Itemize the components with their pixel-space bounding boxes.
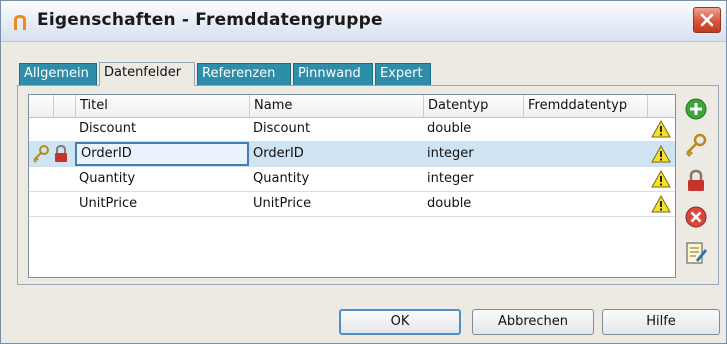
cell-fremddatentyp[interactable]	[523, 167, 647, 191]
tab-datenfelder[interactable]: Datenfelder	[99, 62, 195, 86]
cell-datentyp[interactable]: integer	[423, 142, 523, 166]
cell-datentyp[interactable]: double	[423, 192, 523, 216]
cell-titel-editing[interactable]: OrderID	[75, 142, 249, 166]
window-title: Eigenschaften - Fremddatengruppe	[37, 10, 383, 30]
close-button[interactable]	[693, 7, 721, 33]
add-icon	[685, 98, 707, 120]
cell-datentyp[interactable]: double	[423, 117, 523, 141]
title-bar: Eigenschaften - Fremddatengruppe	[1, 1, 726, 42]
table-row-selected[interactable]: OrderID OrderID integer	[29, 142, 675, 167]
help-button[interactable]: Hilfe	[602, 309, 720, 335]
table-row[interactable]: Quantity Quantity integer	[29, 167, 675, 192]
primary-key-icon	[33, 145, 49, 163]
edit-note-button[interactable]	[684, 241, 708, 265]
lock-field-button[interactable]	[684, 169, 708, 193]
cell-titel[interactable]: UnitPrice	[75, 192, 249, 216]
column-header-fremddatentyp[interactable]: Fremddatentyp	[523, 95, 647, 117]
column-header-titel[interactable]: Titel	[75, 95, 249, 117]
cell-name[interactable]: Discount	[249, 117, 423, 141]
cell-fremddatentyp[interactable]	[523, 142, 647, 166]
table-row[interactable]: Discount Discount double	[29, 117, 675, 142]
cell-name[interactable]: UnitPrice	[249, 192, 423, 216]
cell-name[interactable]: OrderID	[249, 142, 423, 166]
tab-pinnwand[interactable]: Pinnwand	[293, 63, 373, 85]
cell-titel[interactable]: Discount	[75, 117, 249, 141]
cell-titel[interactable]: Quantity	[75, 167, 249, 191]
warning-icon	[651, 120, 671, 138]
warning-icon	[651, 195, 671, 213]
delete-icon	[685, 206, 707, 228]
cell-datentyp[interactable]: integer	[423, 167, 523, 191]
edit-note-icon	[686, 242, 707, 264]
properties-dialog: Eigenschaften - Fremddatengruppe Allgeme…	[0, 0, 727, 344]
close-icon	[700, 13, 714, 27]
column-header-name[interactable]: Name	[249, 95, 423, 117]
tab-expert[interactable]: Expert	[375, 63, 431, 85]
table-header: Titel Name Datentyp Fremddatentyp	[29, 95, 675, 118]
warning-icon	[651, 170, 671, 188]
fields-table[interactable]: Titel Name Datentyp Fremddatentyp Discou…	[28, 94, 676, 278]
app-icon	[13, 14, 27, 30]
header-icon-col-1	[29, 95, 53, 117]
add-field-button[interactable]	[684, 97, 708, 121]
header-warning-col	[647, 95, 675, 117]
key-icon	[686, 133, 707, 157]
ok-button[interactable]: OK	[339, 309, 461, 335]
lock-icon	[688, 169, 704, 191]
lock-icon	[55, 145, 67, 162]
cell-fremddatentyp[interactable]	[523, 117, 647, 141]
delete-field-button[interactable]	[684, 205, 708, 229]
table-row[interactable]: UnitPrice UnitPrice double	[29, 192, 675, 217]
cell-name[interactable]: Quantity	[249, 167, 423, 191]
tab-allgemein[interactable]: Allgemein	[19, 63, 97, 85]
cell-fremddatentyp[interactable]	[523, 192, 647, 216]
set-key-button[interactable]	[684, 133, 708, 157]
tab-referenzen[interactable]: Referenzen	[197, 63, 291, 85]
cancel-button[interactable]: Abbrechen	[472, 309, 594, 335]
column-header-datentyp[interactable]: Datentyp	[423, 95, 523, 117]
warning-icon	[651, 145, 671, 163]
header-icon-col-2	[53, 95, 75, 117]
